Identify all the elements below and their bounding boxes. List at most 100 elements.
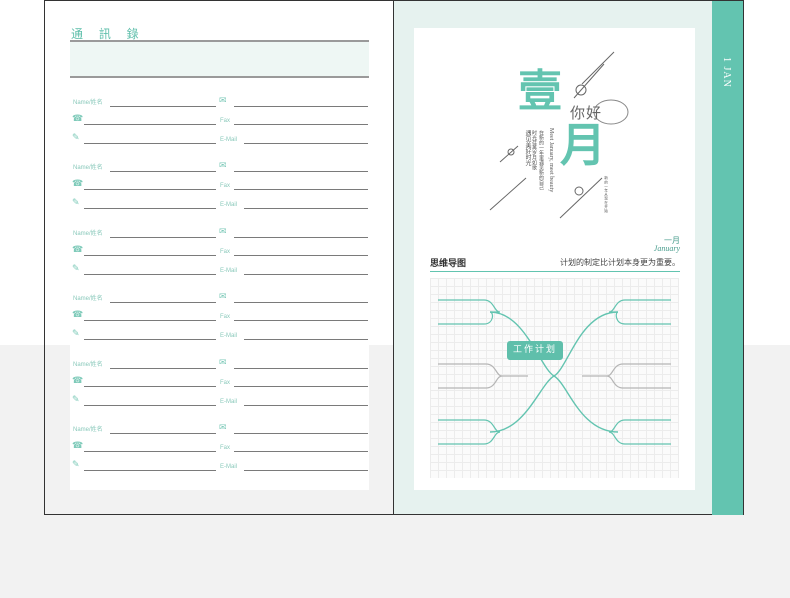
phone-line[interactable] — [84, 451, 216, 452]
email-label: E-Mail — [220, 399, 238, 405]
name-line[interactable] — [110, 433, 216, 434]
phone-line[interactable] — [84, 189, 216, 190]
envelope-icon: ✉ — [219, 161, 227, 171]
hero-decor — [489, 51, 629, 219]
mobile-row: ✎ E-Mail — [70, 261, 369, 275]
phone-icon: ☎ — [72, 376, 84, 386]
phone-row: ☎ Fax — [70, 242, 369, 256]
hero-line-c: 在新的一年里遇见新的自己 — [538, 130, 544, 190]
email-label: E-Mail — [220, 202, 238, 208]
phone-icon: ☎ — [72, 179, 84, 189]
name-label: Name/姓名 — [73, 427, 103, 433]
envelope-icon: ✉ — [219, 227, 227, 237]
name-label: Name/姓名 — [73, 296, 103, 302]
pen-icon: ✎ — [72, 329, 80, 339]
phone-row: ☎ Fax — [70, 307, 369, 321]
mobile-row: ✎ E-Mail — [70, 326, 369, 340]
planner-page: 1 JAN 壹 月 你好 Meet January, meet beauty 时… — [394, 0, 744, 515]
fax-label: Fax — [220, 118, 231, 124]
fax-label: Fax — [220, 249, 231, 255]
phone-line[interactable] — [84, 255, 216, 256]
name-row: Name/姓名 ✉ — [70, 355, 369, 369]
hero-hello: 你好 — [570, 104, 603, 122]
phone-line[interactable] — [84, 386, 216, 387]
name-line[interactable] — [110, 368, 216, 369]
mobile-row: ✎ E-Mail — [70, 457, 369, 471]
fax-label: Fax — [220, 314, 231, 320]
address-entry: Name/姓名 ✉ ☎ Fax ✎ E-Mail — [70, 93, 369, 153]
mindmap-subtitle: 计划的制定比计划本身更为重要。 — [560, 258, 680, 267]
email-line[interactable] — [244, 339, 368, 340]
fax-label: Fax — [220, 380, 231, 386]
name-label: Name/姓名 — [73, 231, 103, 237]
pen-icon: ✎ — [72, 198, 80, 208]
envelope-icon: ✉ — [219, 292, 227, 302]
mobile-line[interactable] — [84, 208, 216, 209]
mobile-row: ✎ E-Mail — [70, 392, 369, 406]
name-row: Name/姓名 ✉ — [70, 420, 369, 434]
mindmap-rule — [430, 271, 680, 272]
phone-row: ☎ Fax — [70, 438, 369, 452]
name-line[interactable] — [110, 237, 216, 238]
address-line[interactable] — [234, 106, 368, 107]
address-entry: Name/姓名 ✉ ☎ Fax ✎ E-Mail — [70, 420, 369, 480]
hero-line-a: 遇见美好时光 — [524, 130, 531, 166]
address-line[interactable] — [234, 171, 368, 172]
name-label: Name/姓名 — [73, 100, 103, 106]
email-label: E-Mail — [220, 268, 238, 274]
email-line[interactable] — [244, 274, 368, 275]
hero-char-month: 月 — [560, 118, 606, 172]
month-en: January — [653, 244, 680, 253]
mindmap-center-node[interactable]: 工作计划 — [507, 341, 563, 360]
fax-line[interactable] — [234, 189, 368, 190]
email-label: E-Mail — [220, 137, 238, 143]
email-line[interactable] — [244, 405, 368, 406]
spread: 通 訊 錄 Name/姓名 ✉ ☎ Fax ✎ E-Mail Name/姓名 ✉ ☎ Fax ✎ E-… — [0, 0, 790, 598]
pen-icon: ✎ — [72, 395, 80, 405]
phone-line[interactable] — [84, 124, 216, 125]
name-row: Name/姓名 ✉ — [70, 93, 369, 107]
phone-row: ☎ Fax — [70, 176, 369, 190]
fax-label: Fax — [220, 183, 231, 189]
name-label: Name/姓名 — [73, 165, 103, 171]
email-label: E-Mail — [220, 464, 238, 470]
month-tab[interactable]: 1 JAN — [712, 1, 743, 515]
title-box — [70, 42, 369, 78]
email-line[interactable] — [244, 470, 368, 471]
phone-line[interactable] — [84, 320, 216, 321]
address-line[interactable] — [234, 237, 368, 238]
address-line[interactable] — [234, 302, 368, 303]
envelope-icon: ✉ — [219, 423, 227, 433]
fax-line[interactable] — [234, 451, 368, 452]
mobile-line[interactable] — [84, 470, 216, 471]
fax-line[interactable] — [234, 124, 368, 125]
envelope-icon: ✉ — [219, 96, 227, 106]
address-line[interactable] — [234, 433, 368, 434]
fax-line[interactable] — [234, 386, 368, 387]
email-label: E-Mail — [220, 333, 238, 339]
email-line[interactable] — [244, 208, 368, 209]
name-line[interactable] — [110, 106, 216, 107]
phone-row: ☎ Fax — [70, 373, 369, 387]
address-entry: Name/姓名 ✉ ☎ Fax ✎ E-Mail — [70, 158, 369, 218]
name-line[interactable] — [110, 171, 216, 172]
fax-line[interactable] — [234, 320, 368, 321]
phone-icon: ☎ — [72, 310, 84, 320]
pen-icon: ✎ — [72, 133, 80, 143]
name-row: Name/姓名 ✉ — [70, 289, 369, 303]
name-line[interactable] — [110, 302, 216, 303]
mobile-line[interactable] — [84, 339, 216, 340]
email-line[interactable] — [244, 143, 368, 144]
fax-line[interactable] — [234, 255, 368, 256]
hero-char-one: 壹 — [518, 66, 562, 117]
phone-icon: ☎ — [72, 245, 84, 255]
mobile-line[interactable] — [84, 143, 216, 144]
mindmap-branches — [438, 299, 671, 445]
address-line[interactable] — [234, 368, 368, 369]
mobile-line[interactable] — [84, 274, 216, 275]
hero-small-text: 新的一年从现在开始 — [604, 176, 609, 213]
address-entry: Name/姓名 ✉ ☎ Fax ✎ E-Mail — [70, 355, 369, 415]
phone-icon: ☎ — [72, 114, 84, 124]
mobile-line[interactable] — [84, 405, 216, 406]
address-book-page: 通 訊 錄 Name/姓名 ✉ ☎ Fax ✎ E-Mail Name/姓名 ✉ ☎ Fax ✎ E-… — [44, 0, 394, 515]
